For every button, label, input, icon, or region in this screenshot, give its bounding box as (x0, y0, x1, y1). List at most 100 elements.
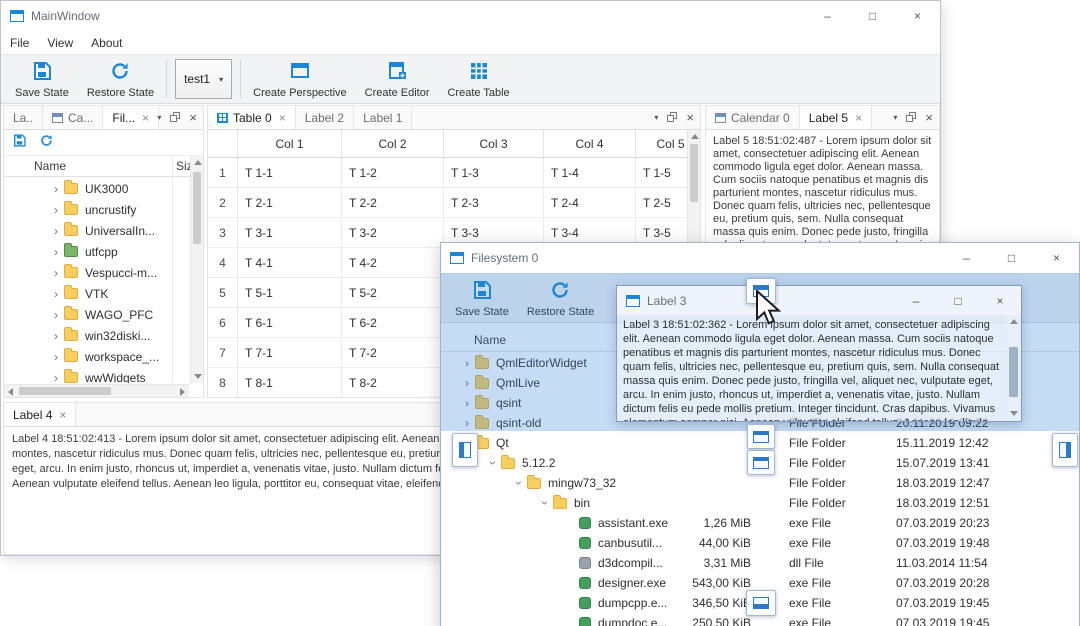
column-header[interactable]: Col 4 (544, 130, 636, 157)
expander-icon[interactable]: › (48, 351, 64, 363)
column-header[interactable]: Col 2 (342, 130, 444, 157)
close-button[interactable]: × (979, 286, 1021, 315)
expander-icon[interactable]: › (48, 225, 64, 237)
expander-icon[interactable]: › (48, 183, 64, 195)
scroll-up-icon[interactable] (688, 130, 701, 143)
expander-icon[interactable]: › (48, 204, 64, 216)
tree-item[interactable]: › wwWidgets (4, 367, 189, 383)
table-cell[interactable]: T 1-5 (636, 158, 687, 187)
tab-close-icon[interactable]: × (855, 111, 862, 125)
expander-icon[interactable]: › (538, 495, 552, 511)
dock-bottom-indicator[interactable] (746, 590, 776, 616)
fs-tree-row[interactable]: d3dcompil... 3,31 MiB dll File 11.03.201… (441, 553, 1079, 573)
fs-tree-row[interactable]: › bin File Folder 18.03.2019 12:51 (441, 493, 1079, 513)
table-cell[interactable]: T 4-1 (238, 248, 342, 277)
restore-state-button[interactable]: Restore State (78, 58, 163, 101)
tree-item[interactable]: › VTK (4, 283, 189, 304)
undock-icon[interactable] (667, 109, 678, 127)
dock-right-indicator[interactable] (1052, 433, 1078, 467)
expander-icon[interactable]: › (486, 455, 500, 471)
tab[interactable]: Label 4 × (4, 403, 77, 426)
expander-icon[interactable]: › (48, 246, 64, 258)
label3-window[interactable]: Label 3 – □ × Label 3 18:51:02:362 - Lor… (616, 285, 1022, 422)
expander-icon[interactable]: › (48, 309, 64, 321)
filesystem-titlebar[interactable]: Filesystem 0 – □ × (441, 243, 1079, 273)
fs-tree-row[interactable]: assistant.exe 1,26 MiB exe File 07.03.20… (441, 513, 1079, 533)
table-cell[interactable]: T 7-1 (238, 338, 342, 367)
vertical-scrollbar[interactable] (1007, 315, 1020, 420)
tree-item[interactable]: › Vespucci-m... (4, 262, 189, 283)
tab[interactable]: Table 0 × (208, 106, 296, 129)
save-state-button[interactable]: Save State (6, 58, 78, 101)
tab[interactable]: Calendar 0 (706, 106, 800, 129)
expander-icon[interactable]: › (48, 372, 64, 384)
menu-file[interactable]: File (1, 34, 38, 52)
label3-titlebar[interactable]: Label 3 – □ × (617, 286, 1021, 315)
scroll-down-icon[interactable] (191, 370, 204, 383)
vertical-scrollbar[interactable] (190, 156, 203, 383)
scroll-left-icon[interactable] (4, 385, 17, 398)
table-cell[interactable]: T 6-2 (342, 308, 444, 337)
tab[interactable]: Label 1 (354, 106, 413, 129)
tree-item[interactable]: › win32diski... (4, 325, 189, 346)
minimize-button[interactable]: – (944, 243, 989, 273)
main-titlebar[interactable]: MainWindow – □ × (1, 1, 940, 31)
undock-icon[interactable] (170, 109, 181, 127)
table-cell[interactable]: T 8-1 (238, 368, 342, 397)
scrollbar-thumb[interactable] (193, 172, 201, 244)
tab-menu-icon[interactable]: ▾ (654, 113, 658, 122)
maximize-button[interactable]: □ (937, 286, 979, 315)
tree-item[interactable]: › UniversalIn... (4, 220, 189, 241)
tab[interactable]: Fil... × (103, 106, 160, 129)
expander-icon[interactable]: › (48, 330, 64, 342)
perspective-combo[interactable]: test1 ▾ (175, 59, 233, 99)
tab-close-icon[interactable]: × (279, 111, 286, 125)
tab-menu-icon[interactable]: ▾ (157, 113, 161, 122)
scrollbar-thumb[interactable] (690, 144, 698, 202)
close-dock-icon[interactable]: × (925, 110, 933, 125)
create-editor-button[interactable]: Create Editor (356, 58, 439, 101)
scroll-up-icon[interactable] (191, 156, 204, 169)
table-cell[interactable]: T 5-2 (342, 278, 444, 307)
table-cell[interactable]: T 8-2 (342, 368, 444, 397)
table-cell[interactable]: T 2-1 (238, 188, 342, 217)
table-cell[interactable]: T 4-2 (342, 248, 444, 277)
column-header[interactable]: Col 3 (444, 130, 544, 157)
table-cell[interactable]: T 1-4 (544, 158, 636, 187)
table-cell[interactable]: T 6-1 (238, 308, 342, 337)
maximize-button[interactable]: □ (850, 1, 895, 31)
menu-about[interactable]: About (82, 34, 131, 52)
close-dock-icon[interactable]: × (189, 110, 197, 125)
scroll-right-icon[interactable] (176, 385, 189, 398)
dock-left-indicator[interactable] (452, 433, 478, 467)
minimize-button[interactable]: – (805, 1, 850, 31)
tree-item[interactable]: › UK3000 (4, 178, 189, 199)
tree-item[interactable]: › uncrustify (4, 199, 189, 220)
restore-state-icon[interactable] (39, 133, 54, 153)
tree-item[interactable]: › workspace_... (4, 346, 189, 367)
expander-icon[interactable]: › (48, 288, 64, 300)
tab[interactable]: Label 5 × (799, 106, 873, 129)
table-cell[interactable]: T 5-1 (238, 278, 342, 307)
table-cell[interactable]: T 3-2 (342, 218, 444, 247)
fs-tree-row[interactable]: canbusutil... 44,00 KiB exe File 07.03.2… (441, 533, 1079, 553)
table-row[interactable]: 2 T 2-1 T 2-2 T 2-3 T 2-4 T 2-5 (208, 188, 687, 218)
expander-icon[interactable]: › (512, 475, 526, 491)
scrollbar-thumb[interactable] (1009, 347, 1018, 397)
tab-menu-icon[interactable]: ▾ (893, 113, 897, 122)
table-cell[interactable]: T 2-3 (444, 188, 544, 217)
save-state-icon[interactable] (12, 133, 27, 153)
undock-icon[interactable] (906, 109, 917, 127)
tab[interactable]: La.. (4, 106, 44, 129)
table-cell[interactable]: T 3-1 (238, 218, 342, 247)
fs-tree-row[interactable]: › mingw73_32 File Folder 18.03.2019 12:4… (441, 473, 1079, 493)
table-row[interactable]: 1 T 1-1 T 1-2 T 1-3 T 1-4 T 1-5 (208, 158, 687, 188)
maximize-button[interactable]: □ (989, 243, 1034, 273)
scroll-up-icon[interactable] (1007, 315, 1020, 328)
tab[interactable]: Ca... (43, 106, 104, 129)
close-dock-icon[interactable]: × (686, 110, 694, 125)
tab-close-icon[interactable]: × (59, 408, 66, 422)
dock-center-indicator[interactable] (747, 450, 775, 475)
minimize-button[interactable]: – (895, 286, 937, 315)
table-cell[interactable]: T 7-2 (342, 338, 444, 367)
